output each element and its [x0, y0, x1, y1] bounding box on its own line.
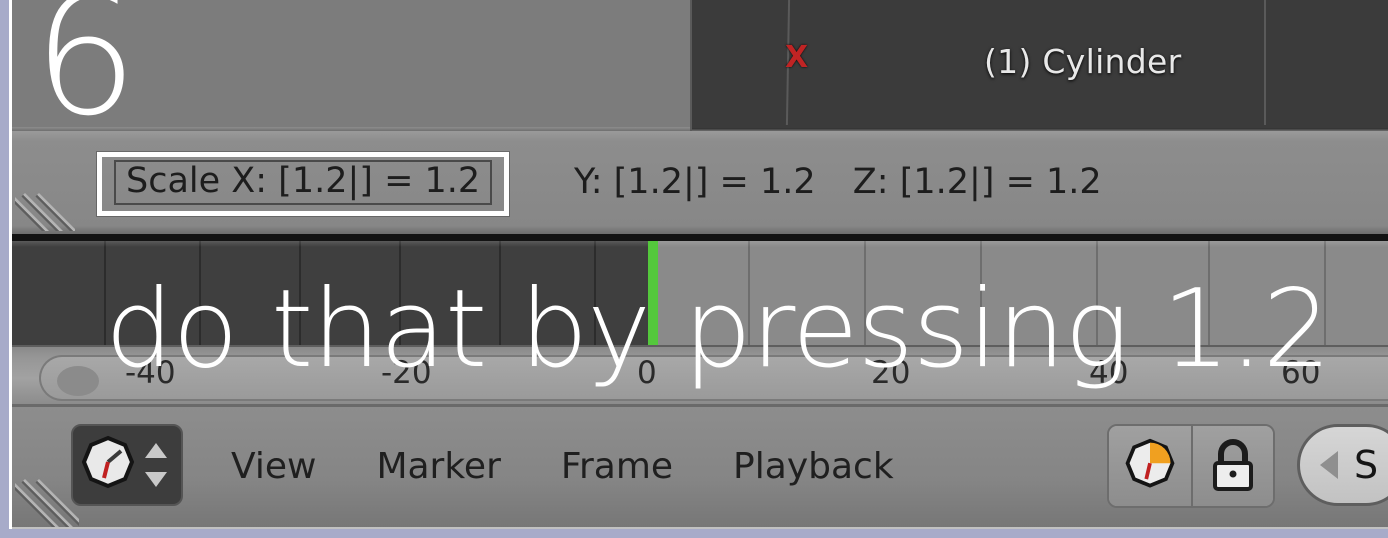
annotation-step-number: 6 — [33, 0, 138, 152]
menu-bar: View Marker Frame Playback — [231, 446, 954, 487]
scale-y-value: Y: [1.2|] = 1.2 — [574, 162, 816, 202]
start-frame-label: S — [1354, 443, 1379, 487]
blender-window: X (1) Cylinder Scale X: [1.2|] = 1.2 Y: … — [0, 0, 1388, 538]
scale-yz-readout: Y: [1.2|] = 1.2 Z: [1.2|] = 1.2 — [574, 165, 1128, 200]
active-object-label: (1) Cylinder — [984, 42, 1182, 81]
left-arrow-icon[interactable] — [1320, 451, 1338, 479]
window-bottom-edge — [9, 527, 1388, 529]
lock-toggle[interactable] — [1191, 426, 1273, 506]
x-axis-label: X — [785, 40, 809, 75]
timeline-sheen — [9, 241, 1388, 247]
clock-icon — [81, 435, 135, 489]
lock-icon — [1213, 439, 1253, 491]
editor-type-selector[interactable] — [71, 424, 183, 506]
scale-x-value: Scale X: [1.2|] = 1.2 — [126, 161, 481, 201]
menu-view[interactable]: View — [231, 446, 316, 487]
toolbar-resize-grip[interactable] — [15, 465, 79, 527]
annotation-caption: do that by pressing 1.2 — [105, 267, 1331, 392]
start-frame-field[interactable]: S — [1297, 424, 1388, 506]
wireframe-line — [1264, 0, 1266, 125]
header-resize-grip[interactable] — [15, 175, 75, 231]
scale-z-value: Z: [1.2|] = 1.2 — [852, 162, 1102, 202]
auto-keyframe-toggle[interactable] — [1109, 426, 1191, 506]
scrollbar-handle[interactable] — [57, 366, 99, 396]
toolbar-toggle-group — [1107, 424, 1275, 508]
scale-x-readout-highlight: Scale X: [1.2|] = 1.2 — [97, 152, 510, 216]
menu-marker[interactable]: Marker — [376, 446, 500, 487]
scale-x-readout-inner: Scale X: [1.2|] = 1.2 — [114, 160, 493, 205]
timeline-top-divider — [9, 234, 1388, 241]
window-left-edge — [9, 0, 12, 529]
menu-frame[interactable]: Frame — [561, 446, 673, 487]
record-clock-icon — [1125, 438, 1175, 488]
viewport-3d[interactable]: X (1) Cylinder — [692, 0, 1388, 131]
selector-arrows-icon — [139, 434, 173, 496]
top-region: X (1) Cylinder — [9, 0, 1388, 131]
menu-playback[interactable]: Playback — [733, 446, 894, 487]
